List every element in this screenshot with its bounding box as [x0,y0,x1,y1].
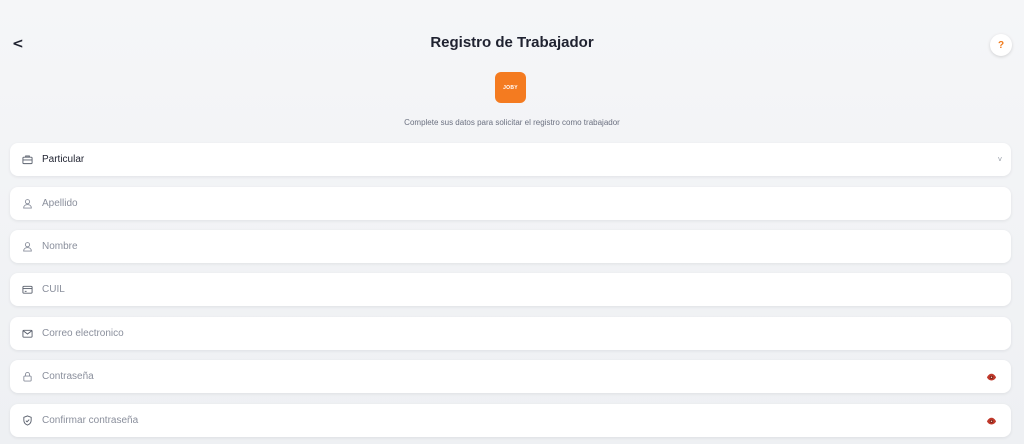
eye-icon[interactable] [986,415,997,426]
apellido-field[interactable]: Apellido [10,187,1011,220]
shield-icon [22,415,33,426]
subtitle: Complete sus datos para solicitar el reg… [404,118,620,127]
password-placeholder: Contraseña [42,371,94,382]
mail-icon [22,328,33,339]
briefcase-icon [22,154,33,165]
user-icon [22,241,33,252]
cuil-field[interactable]: CUIL [10,273,1011,306]
email-placeholder: Correo electronico [42,328,124,339]
help-button[interactable]: ? [990,34,1012,56]
page-title: Registro de Trabajador [430,34,594,51]
eye-icon[interactable] [986,371,997,382]
id-card-icon [22,284,33,295]
cuil-placeholder: CUIL [42,284,65,295]
worker-type-select[interactable]: Particular v [10,143,1011,176]
password-field[interactable]: Contraseña [10,360,1011,393]
confirm-password-field[interactable]: Confirmar contraseña [10,404,1011,437]
apellido-placeholder: Apellido [42,198,78,209]
user-icon [22,198,33,209]
nombre-field[interactable]: Nombre [10,230,1011,263]
lock-icon [22,371,33,382]
chevron-down-icon[interactable]: v [998,155,1002,163]
nombre-placeholder: Nombre [42,241,78,252]
email-field[interactable]: Correo electronico [10,317,1011,350]
worker-type-value: Particular [42,154,85,165]
app-logo: JOBY [495,72,526,103]
confirm-password-placeholder: Confirmar contraseña [42,415,139,426]
